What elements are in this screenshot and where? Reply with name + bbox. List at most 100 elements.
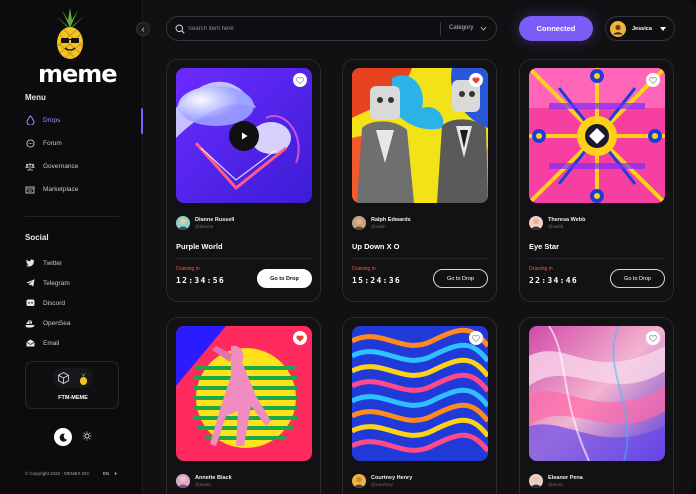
social-item-twitter[interactable]: Twitter [25,254,143,272]
language-select[interactable]: EN ▾ [103,471,117,477]
play-button[interactable] [229,121,259,151]
card-divider [352,258,488,259]
drop-card[interactable]: Courtney Henry @courtney [342,317,497,494]
drop-artwork[interactable] [529,326,665,461]
heart-icon [296,334,304,342]
drop-card[interactable]: Eleanor Pena @pena [519,317,674,494]
drawing-in-label: Drawing in [529,266,553,272]
drop-card[interactable]: Ralph Edwards @ralph Up Down X O Drawing… [342,59,497,302]
email-icon [25,338,35,348]
drop-title: Up Down X O [352,242,400,251]
creator-name: Eleanor Pena [548,474,583,481]
active-indicator [141,108,143,134]
creator-info[interactable]: Annette Black @annie [176,473,232,489]
card-divider [529,258,665,259]
creator-handle: @dianne [195,223,214,229]
creator-handle: @annie [195,481,211,487]
creator-name: Courtney Henry [371,474,413,481]
go-to-drop-button[interactable]: Go to Drop [610,269,665,288]
creator-info[interactable]: Theresa Webb @webb [529,215,586,231]
drop-title: Purple World [176,242,223,251]
collapse-sidebar-button[interactable]: ‹ [136,22,150,36]
favorite-button[interactable] [293,73,307,87]
copyright-text: © Copyright 2022 - MEMEX INC [25,471,90,476]
theme-toggle[interactable] [54,428,92,446]
telegram-icon [25,278,35,288]
drop-card[interactable]: Dianne Russell @dianne Purple World Draw… [166,59,321,302]
creator-handle: @courtney [371,481,393,487]
social-item-label: Telegram [43,279,70,287]
sidebar-item-forum[interactable]: Forum [25,134,143,152]
drop-artwork[interactable] [352,68,488,203]
go-to-drop-button[interactable]: Go to Drop [433,269,488,288]
search-divider [440,22,441,36]
token-label: FTM-MEME [58,395,88,401]
fantom-icon [58,372,69,384]
sidebar-item-governance[interactable]: Governance [25,157,143,175]
category-dropdown[interactable]: Category [449,25,487,31]
sun-icon[interactable] [82,428,92,446]
search-bar: Category [166,16,497,41]
drawing-in-label: Drawing in [176,266,200,272]
sidebar-item-drops[interactable]: Drops [25,111,143,129]
creator-info[interactable]: Ralph Edwards @ralph [352,215,411,231]
sidebar-item-label: Marketplace [43,185,79,193]
creator-handle: @pena [548,481,563,487]
wallet-connect-button[interactable]: Connected [519,16,593,41]
sidebar-item-marketplace[interactable]: Marketplace [25,180,143,198]
drop-artwork[interactable] [176,326,312,461]
drop-card[interactable]: Theresa Webb @webb Eye Star Drawing in 2… [519,59,674,302]
avatar [176,216,190,230]
heart-icon [649,76,657,84]
drop-icon [25,115,35,125]
social-item-label: Discord [43,299,66,307]
avatar [529,474,543,488]
avatar [529,216,543,230]
creator-info[interactable]: Courtney Henry @courtney [352,473,412,489]
drop-title: Eye Star [529,242,560,251]
creator-name: Theresa Webb [548,216,586,223]
user-menu[interactable]: Jessica [605,16,675,41]
store-icon [25,184,35,194]
pineapple-logo-icon [56,8,84,59]
social-item-label: OpenSea [43,319,71,327]
social-item-email[interactable]: Email [25,334,143,352]
creator-handle: @ralph [371,223,386,229]
avatar [610,20,626,37]
drop-artwork[interactable] [529,68,665,203]
creator-name: Ralph Edwards [371,216,411,223]
social-item-discord[interactable]: Discord [25,294,143,312]
brand-logo[interactable]: meme [38,8,118,88]
heart-icon [649,334,657,342]
search-input[interactable] [188,23,428,35]
chat-icon [25,138,35,148]
creator-info[interactable]: Eleanor Pena @pena [529,473,583,489]
chevron-down-icon [480,26,487,30]
go-to-drop-button[interactable]: Go to Drop [257,269,312,288]
caret-down-icon: ▾ [114,471,117,476]
sidebar: meme ‹ Menu Drops Forum Governance Marke… [0,0,150,494]
chevron-left-icon: ‹ [141,24,145,34]
social-item-opensea[interactable]: OpenSea [25,314,143,332]
twitter-icon [25,258,35,268]
sidebar-item-label: Governance [43,162,79,170]
social-item-telegram[interactable]: Telegram [25,274,143,292]
favorite-button[interactable] [469,331,483,345]
token-card[interactable]: FTM-MEME [25,361,119,409]
favorite-button[interactable] [646,73,660,87]
sidebar-item-label: Drops [43,116,61,124]
social-title: Social [25,233,49,242]
drop-card[interactable]: Annette Black @annie [166,317,321,494]
drop-artwork[interactable] [352,326,488,461]
moon-icon[interactable] [54,428,72,446]
brand-name: meme [38,60,118,88]
favorite-button[interactable] [469,73,483,87]
creator-info[interactable]: Dianne Russell @dianne [176,215,234,231]
favorite-button[interactable] [646,331,660,345]
favorite-button[interactable] [293,331,307,345]
discord-icon [25,298,35,308]
social-item-label: Twitter [43,259,63,267]
creator-handle: @webb [548,223,564,229]
play-icon [241,132,247,140]
drop-artwork[interactable] [176,68,312,203]
